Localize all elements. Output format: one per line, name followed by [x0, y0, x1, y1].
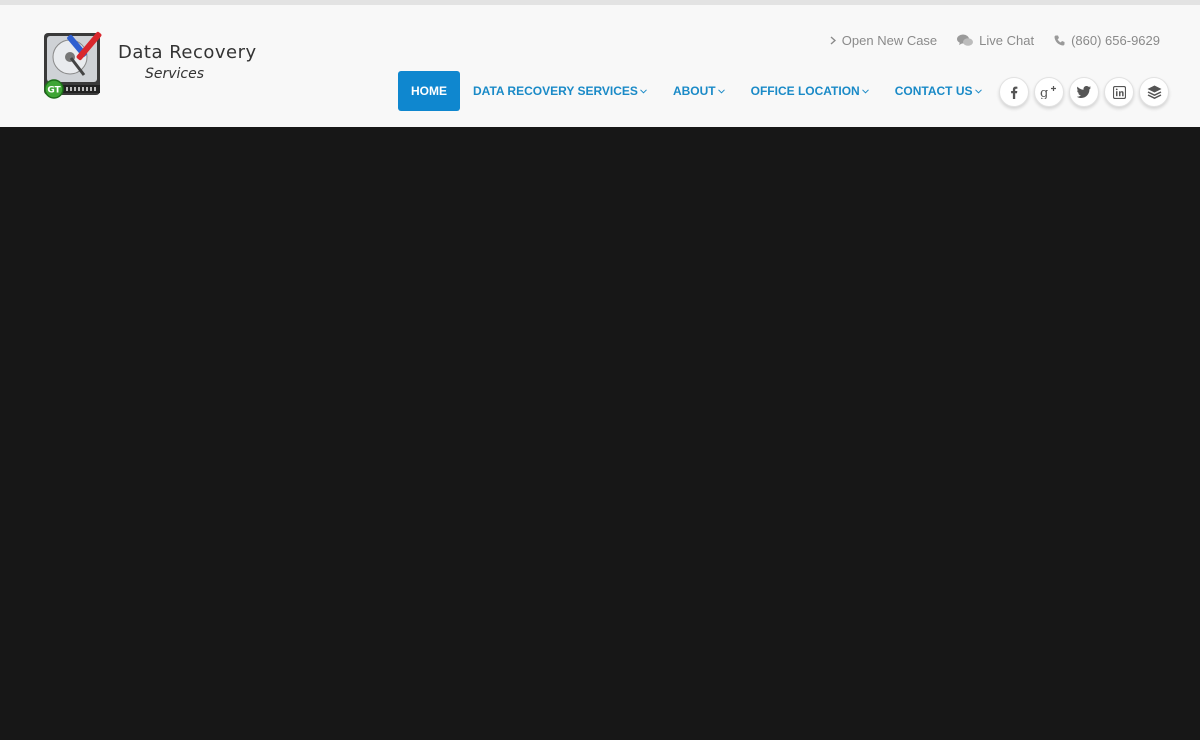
nav-home[interactable]: HOME — [398, 71, 460, 111]
phone-icon — [1054, 35, 1065, 46]
facebook-button[interactable] — [999, 77, 1029, 107]
open-new-case-link[interactable]: Open New Case — [830, 33, 937, 48]
layers-icon — [1147, 85, 1161, 99]
linkedin-icon — [1112, 85, 1126, 99]
hard-drive-logo-icon: GT — [44, 31, 102, 99]
chevron-down-icon — [861, 88, 869, 94]
chat-icon — [957, 34, 974, 46]
nav-about-label: ABOUT — [672, 84, 716, 98]
logo-badge-text: GT — [47, 86, 61, 96]
live-chat-link[interactable]: Live Chat — [957, 33, 1034, 48]
nav-data-recovery-services[interactable]: DATA RECOVERY SERVICES — [460, 71, 660, 111]
chevron-down-icon — [640, 88, 647, 94]
hero-area — [0, 127, 1200, 740]
site-logo[interactable]: GT Data Recovery Services — [40, 27, 270, 103]
live-chat-label: Live Chat — [979, 33, 1035, 48]
facebook-icon — [1011, 86, 1018, 99]
svg-text:g: g — [1040, 86, 1048, 99]
open-new-case-label: Open New Case — [841, 33, 938, 48]
nav-contact-us[interactable]: CONTACT US — [882, 71, 995, 111]
nav-home-label: HOME — [411, 84, 447, 98]
nav-data-recovery-services-label: DATA RECOVERY SERVICES — [473, 84, 638, 98]
google-plus-button[interactable]: g — [1034, 77, 1064, 107]
nav-office-location-label: OFFICE LOCATION — [750, 84, 860, 98]
layers-button[interactable] — [1139, 77, 1169, 107]
phone-link[interactable]: (860) 656-9629 — [1054, 33, 1160, 48]
phone-number: (860) 656-9629 — [1071, 33, 1160, 48]
social-links: g — [999, 77, 1169, 107]
chevron-right-icon — [830, 36, 836, 45]
twitter-icon — [1077, 86, 1091, 98]
chevron-down-icon — [974, 88, 982, 94]
nav-contact-us-label: CONTACT US — [894, 84, 973, 98]
linkedin-button[interactable] — [1104, 77, 1134, 107]
google-plus-icon: g — [1040, 86, 1056, 99]
logo-subtitle: Services — [145, 66, 205, 82]
twitter-button[interactable] — [1069, 77, 1099, 107]
logo-title: Data Recovery — [118, 42, 257, 63]
top-links: Open New Case Live Chat (860) 656-9629 — [830, 33, 1160, 48]
nav-about[interactable]: ABOUT — [660, 71, 738, 111]
chevron-down-icon — [717, 88, 725, 94]
main-nav: HOME DATA RECOVERY SERVICES ABOUT OFFICE… — [398, 71, 995, 111]
site-header: GT Data Recovery Services Open New Case … — [0, 5, 1200, 127]
nav-office-location[interactable]: OFFICE LOCATION — [738, 71, 882, 111]
